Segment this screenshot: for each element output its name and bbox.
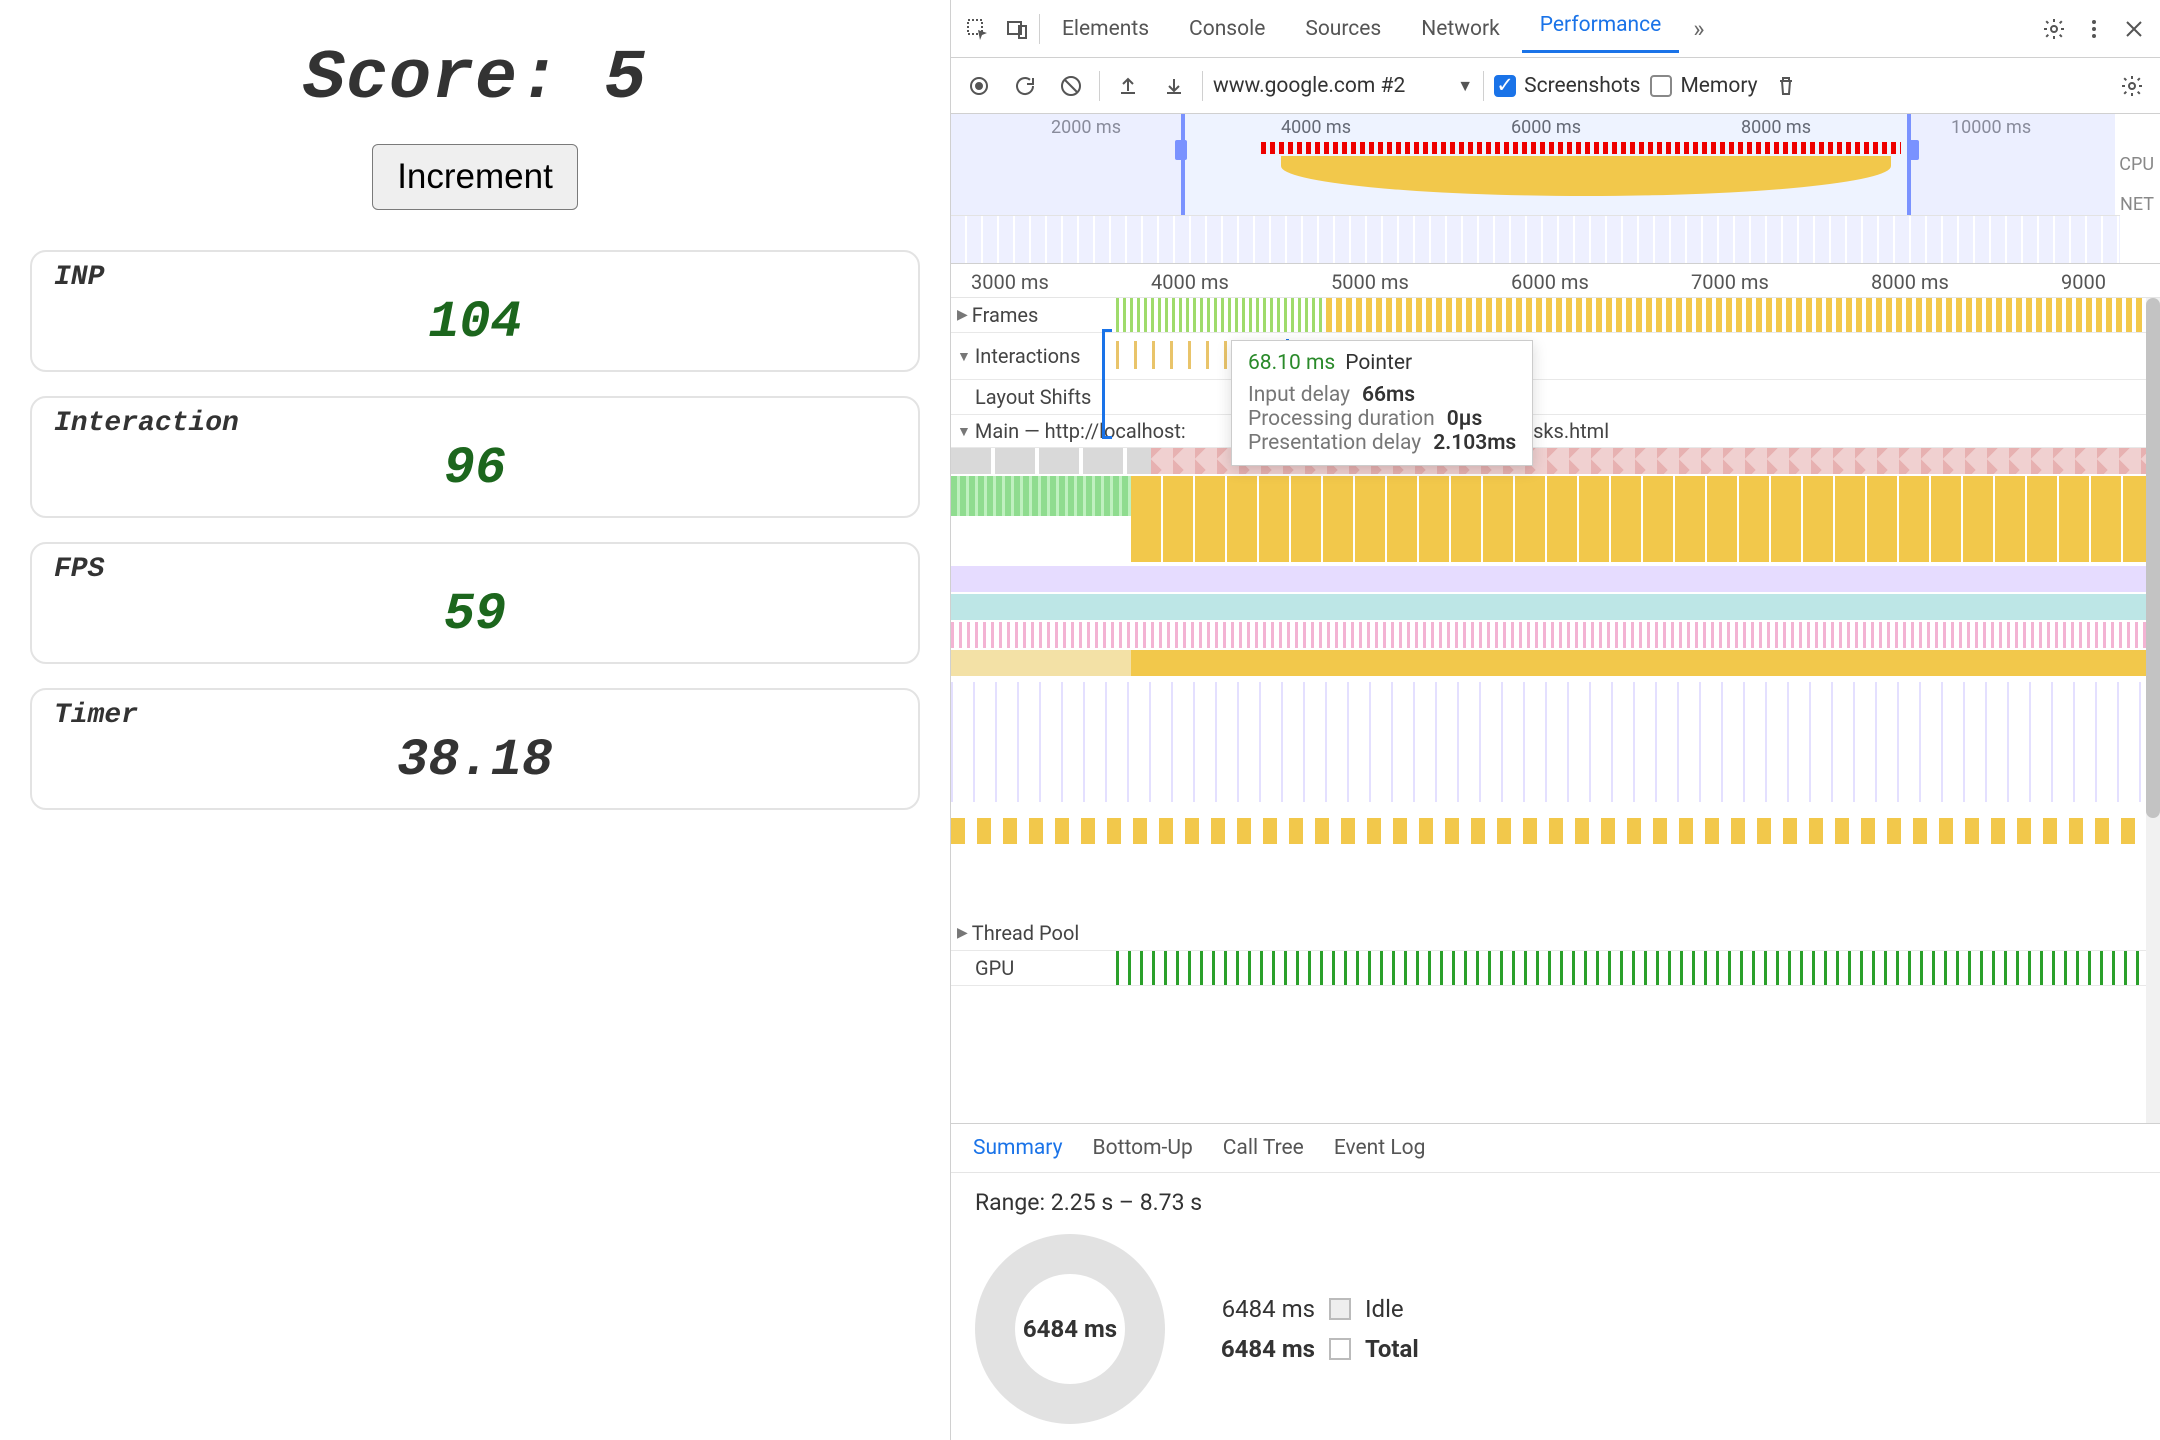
interaction-events[interactable] (1116, 341, 1246, 369)
more-tabs-icon[interactable]: » (1683, 15, 1714, 43)
devtools-tabstrip: Elements Console Sources Network Perform… (951, 0, 2160, 58)
kebab-menu-icon[interactable] (2076, 11, 2112, 47)
record-icon[interactable] (961, 68, 997, 104)
inspect-icon[interactable] (959, 11, 995, 47)
increment-button[interactable]: Increment (372, 144, 578, 210)
swatch-idle (1329, 1298, 1351, 1320)
dropdown-icon: ▼ (1457, 76, 1473, 96)
scrollbar-track[interactable] (2146, 298, 2160, 1123)
capture-settings-gear-icon[interactable] (2114, 68, 2150, 104)
tab-summary[interactable]: Summary (973, 1136, 1063, 1160)
demo-app: Score: 5 Increment INP 104 Interaction 9… (0, 0, 950, 1440)
donut-center-text: 6484 ms (1023, 1315, 1117, 1343)
memory-label: Memory (1680, 74, 1757, 98)
overview-network-strip (951, 215, 2120, 263)
scrollbar-thumb[interactable] (2146, 298, 2160, 818)
overview-net-label: NET (2120, 194, 2154, 215)
expand-icon[interactable]: ▼ (957, 348, 971, 365)
interaction-tooltip: 68.10 ms Pointer Input delay66ms Process… (1231, 340, 1533, 466)
tab-network[interactable]: Network (1403, 9, 1518, 49)
gc-icon[interactable] (1768, 68, 1804, 104)
expand-icon[interactable]: ▼ (957, 423, 971, 440)
score-value: 5 (604, 40, 647, 119)
swatch-total (1329, 1338, 1351, 1360)
metric-inp-value: 104 (54, 293, 896, 352)
device-toggle-icon[interactable] (999, 11, 1035, 47)
overview-handle-right[interactable] (1907, 140, 1919, 160)
checkbox-checked-icon: ✓ (1494, 75, 1516, 97)
tooltip-type: Pointer (1345, 351, 1412, 375)
screenshots-label: Screenshots (1524, 74, 1640, 98)
details-tabs: Summary Bottom-Up Call Tree Event Log (951, 1124, 2160, 1173)
overview-cpu-label: CPU (2119, 154, 2154, 175)
checkbox-unchecked-icon (1650, 75, 1672, 97)
summary-legend: 6484 ms Idle 6484 ms Total (1205, 1295, 1419, 1363)
metric-fps: FPS 59 (30, 542, 920, 664)
score-display: Score: 5 (30, 40, 920, 119)
tab-bottom-up[interactable]: Bottom-Up (1093, 1136, 1193, 1160)
tab-event-log[interactable]: Event Log (1334, 1136, 1426, 1160)
summary-donut: 6484 ms (975, 1234, 1165, 1424)
metric-timer: Timer 38.18 (30, 688, 920, 810)
metric-timer-label: Timer (54, 700, 896, 731)
divider (1039, 14, 1040, 44)
main-flamechart[interactable] (951, 448, 2160, 888)
metric-fps-value: 59 (54, 585, 896, 644)
metric-interaction: Interaction 96 (30, 396, 920, 518)
reload-record-icon[interactable] (1007, 68, 1043, 104)
collapse-icon[interactable]: ▶ (957, 307, 968, 323)
timeline-ruler[interactable]: 3000 ms 4000 ms 5000 ms 6000 ms 7000 ms … (951, 264, 2160, 298)
clear-icon[interactable] (1053, 68, 1089, 104)
overview-long-tasks (1261, 142, 1901, 154)
tab-call-tree[interactable]: Call Tree (1223, 1136, 1304, 1160)
recording-select-label: www.google.com #2 (1213, 74, 1405, 98)
tooltip-time: 68.10 ms (1248, 351, 1335, 375)
frames-body[interactable] (1116, 298, 2160, 332)
track-main[interactable]: ▼ Main — http://localhost: small_tasks.h… (951, 415, 2160, 448)
track-thread-pool[interactable]: ▶Thread Pool (951, 916, 2160, 951)
track-layout-shifts[interactable]: Layout Shifts (951, 380, 2160, 415)
collapse-icon[interactable]: ▶ (957, 925, 968, 941)
metric-inp: INP 104 (30, 250, 920, 372)
close-icon[interactable] (2116, 11, 2152, 47)
metric-interaction-label: Interaction (54, 408, 896, 439)
track-interactions[interactable]: ▼Interactions (951, 333, 2160, 380)
recording-select[interactable]: www.google.com #2 ▼ (1213, 74, 1473, 98)
details-pane: Summary Bottom-Up Call Tree Event Log Ra… (951, 1123, 2160, 1440)
metric-inp-label: INP (54, 262, 896, 293)
screenshots-checkbox[interactable]: ✓ Screenshots (1494, 74, 1640, 98)
track-gpu[interactable]: GPU (951, 951, 2160, 986)
metric-timer-value: 38.18 (54, 731, 896, 790)
score-label: Score: (303, 40, 561, 119)
summary-range: Range: 2.25 s – 8.73 s (975, 1189, 2136, 1216)
overview-minimap[interactable]: 2000 ms 4000 ms 6000 ms 8000 ms 10000 ms… (951, 114, 2160, 264)
interaction-bracket (1102, 329, 1112, 439)
overview-handle-left[interactable] (1175, 140, 1187, 160)
tab-performance[interactable]: Performance (1522, 5, 1679, 53)
settings-gear-icon[interactable] (2036, 11, 2072, 47)
metric-fps-label: FPS (54, 554, 896, 585)
perf-toolbar: www.google.com #2 ▼ ✓ Screenshots Memory (951, 58, 2160, 114)
tab-console[interactable]: Console (1171, 9, 1283, 49)
download-icon[interactable] (1156, 68, 1192, 104)
upload-icon[interactable] (1110, 68, 1146, 104)
track-frames[interactable]: ▶Frames (951, 298, 2160, 333)
tab-elements[interactable]: Elements (1044, 9, 1167, 49)
tab-sources[interactable]: Sources (1287, 9, 1399, 49)
devtools-panel: Elements Console Sources Network Perform… (950, 0, 2160, 1440)
tracks-area: ▶Frames ▼Interactions Layout Shifts ▼ Ma… (951, 298, 2160, 1123)
memory-checkbox[interactable]: Memory (1650, 74, 1757, 98)
metric-interaction-value: 96 (54, 439, 896, 498)
